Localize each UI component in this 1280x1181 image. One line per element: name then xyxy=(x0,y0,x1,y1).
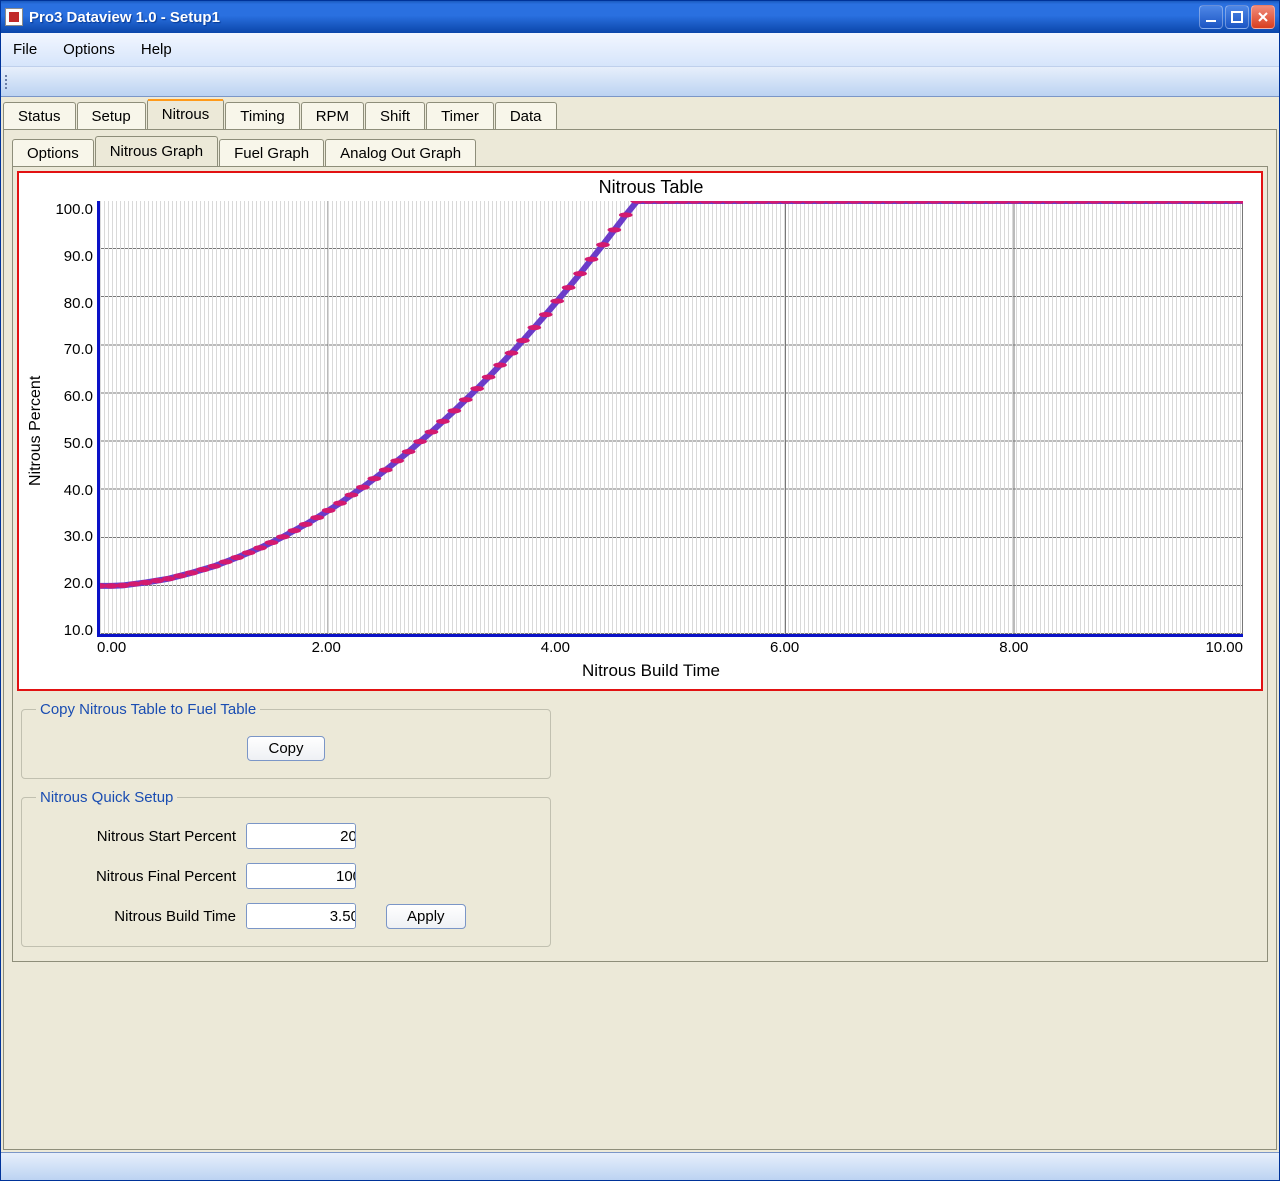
chart-y-ticks: 100.0 90.0 80.0 70.0 60.0 50.0 40.0 30.0… xyxy=(47,201,97,639)
apply-button[interactable]: Apply xyxy=(386,904,466,929)
toolbar-grip[interactable] xyxy=(5,75,7,89)
close-button[interactable] xyxy=(1251,5,1275,29)
chart-title: Nitrous Table xyxy=(47,177,1255,201)
sub-tabs: Options Nitrous Graph Fuel Graph Analog … xyxy=(12,136,1268,166)
start-percent-input[interactable] xyxy=(247,824,356,848)
chart-y-label: Nitrous Percent xyxy=(25,177,47,685)
tab-nitrous[interactable]: Nitrous xyxy=(147,99,225,129)
status-bar xyxy=(1,1152,1279,1180)
chart-plot-area[interactable] xyxy=(97,201,1243,637)
start-percent-label: Nitrous Start Percent xyxy=(36,828,236,845)
menu-help[interactable]: Help xyxy=(141,41,172,58)
copy-button[interactable]: Copy xyxy=(247,736,324,761)
copy-legend: Copy Nitrous Table to Fuel Table xyxy=(36,701,260,718)
main-tabs: Status Setup Nitrous Timing RPM Shift Ti… xyxy=(1,97,1279,129)
final-percent-input[interactable] xyxy=(247,864,356,888)
menu-options[interactable]: Options xyxy=(63,41,115,58)
subtab-fuel-graph[interactable]: Fuel Graph xyxy=(219,139,324,166)
app-window: Pro3 Dataview 1.0 - Setup1 File Options … xyxy=(0,0,1280,1181)
quick-setup-groupbox: Nitrous Quick Setup Nitrous Start Percen… xyxy=(21,789,551,947)
tab-rpm[interactable]: RPM xyxy=(301,102,364,129)
tab-timer[interactable]: Timer xyxy=(426,102,494,129)
tab-status[interactable]: Status xyxy=(3,102,76,129)
tab-setup[interactable]: Setup xyxy=(77,102,146,129)
menu-bar: File Options Help xyxy=(1,33,1279,67)
minimize-button[interactable] xyxy=(1199,5,1223,29)
chart-x-ticks: 0.00 2.00 4.00 6.00 8.00 10.00 xyxy=(97,639,1243,661)
build-time-spinner[interactable]: ▲▼ xyxy=(246,903,356,929)
copy-groupbox: Copy Nitrous Table to Fuel Table Copy xyxy=(21,701,551,779)
chart-x-label: Nitrous Build Time xyxy=(47,661,1255,685)
build-time-input[interactable] xyxy=(247,904,356,928)
final-percent-spinner[interactable]: ▲▼ xyxy=(246,863,356,889)
window-title: Pro3 Dataview 1.0 - Setup1 xyxy=(29,9,1199,26)
start-percent-spinner[interactable]: ▲▼ xyxy=(246,823,356,849)
maximize-button[interactable] xyxy=(1225,5,1249,29)
subtab-options[interactable]: Options xyxy=(12,139,94,166)
tab-shift[interactable]: Shift xyxy=(365,102,425,129)
toolbar xyxy=(1,67,1279,97)
title-bar[interactable]: Pro3 Dataview 1.0 - Setup1 xyxy=(1,1,1279,33)
tab-timing[interactable]: Timing xyxy=(225,102,299,129)
quick-setup-legend: Nitrous Quick Setup xyxy=(36,789,177,806)
nitrous-chart[interactable]: Nitrous Percent Nitrous Table 100.0 90.0… xyxy=(17,171,1263,691)
tab-data[interactable]: Data xyxy=(495,102,557,129)
main-content: Options Nitrous Graph Fuel Graph Analog … xyxy=(3,129,1277,1150)
subtab-nitrous-graph[interactable]: Nitrous Graph xyxy=(95,136,218,166)
app-icon xyxy=(5,8,23,26)
menu-file[interactable]: File xyxy=(13,41,37,58)
build-time-label: Nitrous Build Time xyxy=(36,908,236,925)
final-percent-label: Nitrous Final Percent xyxy=(36,868,236,885)
subtab-analog-out-graph[interactable]: Analog Out Graph xyxy=(325,139,476,166)
sub-content: Nitrous Percent Nitrous Table 100.0 90.0… xyxy=(12,166,1268,962)
